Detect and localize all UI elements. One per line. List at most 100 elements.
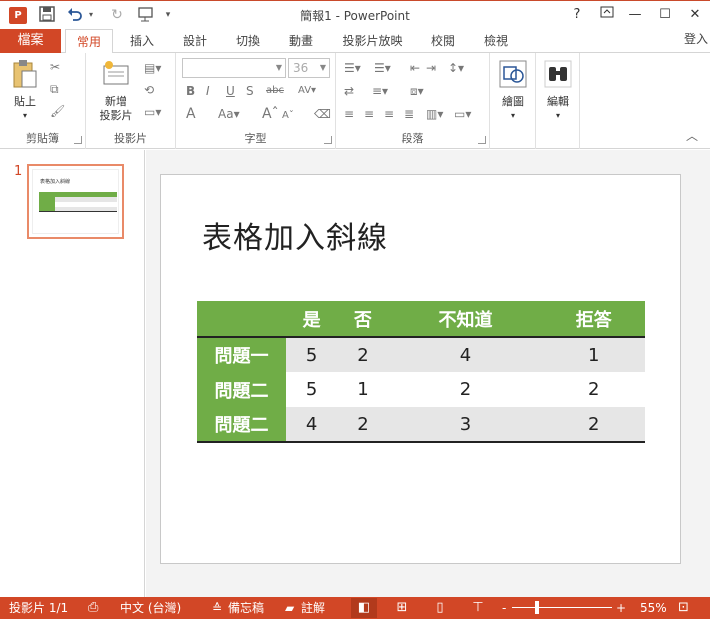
tab-animations[interactable]: 動畫	[281, 29, 321, 53]
font-color-icon[interactable]: A	[186, 105, 196, 123]
character-spacing-icon[interactable]: AV▾	[298, 82, 316, 100]
tab-insert[interactable]: 插入	[122, 29, 162, 53]
slide-title[interactable]: 表格加入斜線	[202, 213, 388, 257]
table-cell[interactable]: 2	[337, 407, 389, 443]
shadow-icon[interactable]: S	[246, 82, 254, 100]
slide-show-icon[interactable]: ⊤	[465, 598, 491, 618]
table-cell[interactable]: 1	[542, 337, 645, 372]
font-size-dropdown-icon[interactable]: ▼	[320, 59, 326, 77]
zoom-level[interactable]: 55%	[640, 597, 667, 619]
underline-icon[interactable]: U	[226, 82, 235, 100]
section-icon[interactable]: ▭▾	[144, 103, 161, 121]
font-launcher-icon[interactable]	[324, 136, 332, 144]
language-indicator[interactable]: 中文 (台灣)	[120, 597, 181, 619]
minimize-icon[interactable]: —	[624, 5, 646, 25]
zoom-out-button[interactable]: -	[502, 597, 506, 619]
increase-font-icon[interactable]: Aˆ	[262, 105, 279, 123]
collapse-ribbon-icon[interactable]: ︿	[686, 127, 698, 144]
bold-icon[interactable]: B	[186, 82, 195, 100]
table-cell[interactable]: 1	[337, 372, 389, 407]
decrease-indent-icon[interactable]: ⇤	[410, 59, 420, 77]
table-header-cell[interactable]: 否	[337, 301, 389, 338]
powerpoint-app-icon[interactable]: P	[9, 7, 27, 24]
table-cell[interactable]: 5	[286, 337, 338, 372]
table-cell[interactable]: 3	[388, 407, 543, 443]
sign-in-link[interactable]: 登入	[684, 29, 708, 49]
table-corner-cell[interactable]	[197, 301, 286, 338]
help-button[interactable]: ?	[566, 5, 588, 25]
clipboard-launcher-icon[interactable]	[74, 136, 82, 144]
format-painter-icon[interactable]: 🖌	[50, 102, 65, 120]
slide-count[interactable]: 投影片 1/1	[9, 597, 68, 619]
paste-button[interactable]: 貼上 ▾	[6, 59, 44, 123]
align-right-icon[interactable]: ≡	[384, 105, 394, 123]
table-cell[interactable]: 2	[542, 407, 645, 443]
notes-icon[interactable]: ≙	[212, 597, 222, 619]
editing-dropdown-icon[interactable]: ▾	[539, 109, 577, 123]
zoom-slider-track[interactable]	[512, 607, 612, 608]
table-row-header[interactable]: 問題一	[197, 337, 286, 372]
table-header-cell[interactable]: 是	[286, 301, 338, 338]
table-cell[interactable]: 5	[286, 372, 338, 407]
justify-icon[interactable]: ≣	[404, 105, 414, 123]
align-center-icon[interactable]: ≡	[364, 105, 374, 123]
table-cell[interactable]: 4	[388, 337, 543, 372]
slide-sorter-icon[interactable]: ⊞	[389, 598, 415, 618]
save-icon[interactable]	[38, 6, 56, 24]
numbering-icon[interactable]: ☰▾	[374, 59, 391, 77]
undo-icon[interactable]	[66, 6, 84, 24]
tab-slide-show[interactable]: 投影片放映	[335, 29, 410, 53]
table-header-cell[interactable]: 不知道	[388, 301, 543, 338]
tab-home[interactable]: 常用	[65, 29, 113, 54]
paste-dropdown-icon[interactable]: ▾	[6, 109, 44, 123]
font-name-combo[interactable]: ▼	[182, 58, 286, 78]
tab-transitions[interactable]: 切換	[228, 29, 268, 53]
slide-canvas[interactable]: 表格加入斜線 是 否 不知道 拒答 問題一 5 2 4 1 問題二 5 1 2 …	[160, 174, 681, 564]
font-name-dropdown-icon[interactable]: ▼	[276, 59, 282, 77]
tab-file[interactable]: 檔案	[0, 29, 61, 53]
decrease-font-icon[interactable]: Aˇ	[282, 107, 294, 125]
start-from-beginning-icon[interactable]	[136, 6, 156, 24]
change-case-icon[interactable]: Aa▾	[218, 105, 240, 123]
comments-icon[interactable]: ▰	[285, 597, 294, 619]
slide-thumbnail[interactable]: 表格加入斜線	[27, 164, 124, 239]
text-box-icon[interactable]: ▭▾	[454, 105, 471, 123]
close-icon[interactable]: ✕	[684, 5, 706, 25]
font-size-combo[interactable]: 36 ▼	[288, 58, 330, 78]
normal-view-icon[interactable]: ◧	[351, 598, 377, 618]
line-spacing-icon[interactable]: ↕▾	[448, 59, 464, 77]
table-cell[interactable]: 2	[337, 337, 389, 372]
text-direction-icon[interactable]: ⇄	[344, 82, 354, 100]
redo-icon[interactable]: ↻	[108, 6, 126, 24]
align-text-icon[interactable]: ≡▾	[372, 82, 388, 100]
customize-qat-icon[interactable]: ▾	[163, 6, 173, 24]
convert-smartart-icon[interactable]: ⧈▾	[410, 82, 424, 100]
columns-icon[interactable]: ▥▾	[426, 105, 443, 123]
spell-check-icon[interactable]: ⎙	[88, 597, 98, 619]
table-header-cell[interactable]: 拒答	[542, 301, 645, 338]
undo-dropdown-icon[interactable]: ▾	[86, 6, 96, 24]
tab-view[interactable]: 檢視	[476, 29, 516, 53]
increase-indent-icon[interactable]: ⇥	[426, 59, 436, 77]
table-cell[interactable]: 2	[388, 372, 543, 407]
align-left-icon[interactable]: ≡	[344, 105, 354, 123]
table-row-header[interactable]: 問題二	[197, 407, 286, 443]
notes-button[interactable]: 備忘稿	[228, 597, 264, 619]
table-cell[interactable]: 2	[542, 372, 645, 407]
editing-button[interactable]: 編輯 ▾	[539, 59, 577, 123]
maximize-icon[interactable]: ☐	[654, 5, 676, 25]
drawing-dropdown-icon[interactable]: ▾	[494, 109, 532, 123]
zoom-in-button[interactable]: +	[616, 597, 626, 619]
bullets-icon[interactable]: ☰▾	[344, 59, 361, 77]
layout-icon[interactable]: ▤▾	[144, 59, 161, 77]
table-cell[interactable]: 4	[286, 407, 338, 443]
tab-review[interactable]: 校閱	[423, 29, 463, 53]
slide-table[interactable]: 是 否 不知道 拒答 問題一 5 2 4 1 問題二 5 1 2 2 問題二 4…	[197, 301, 645, 443]
paragraph-launcher-icon[interactable]	[478, 136, 486, 144]
copy-icon[interactable]: ⧉	[50, 80, 59, 98]
ribbon-display-options-icon[interactable]	[596, 5, 618, 25]
table-row-header[interactable]: 問題二	[197, 372, 286, 407]
new-slide-button[interactable]: 新增 投影片	[92, 59, 140, 123]
fit-to-window-icon[interactable]: ⊡	[678, 597, 689, 619]
italic-icon[interactable]: I	[206, 82, 210, 100]
